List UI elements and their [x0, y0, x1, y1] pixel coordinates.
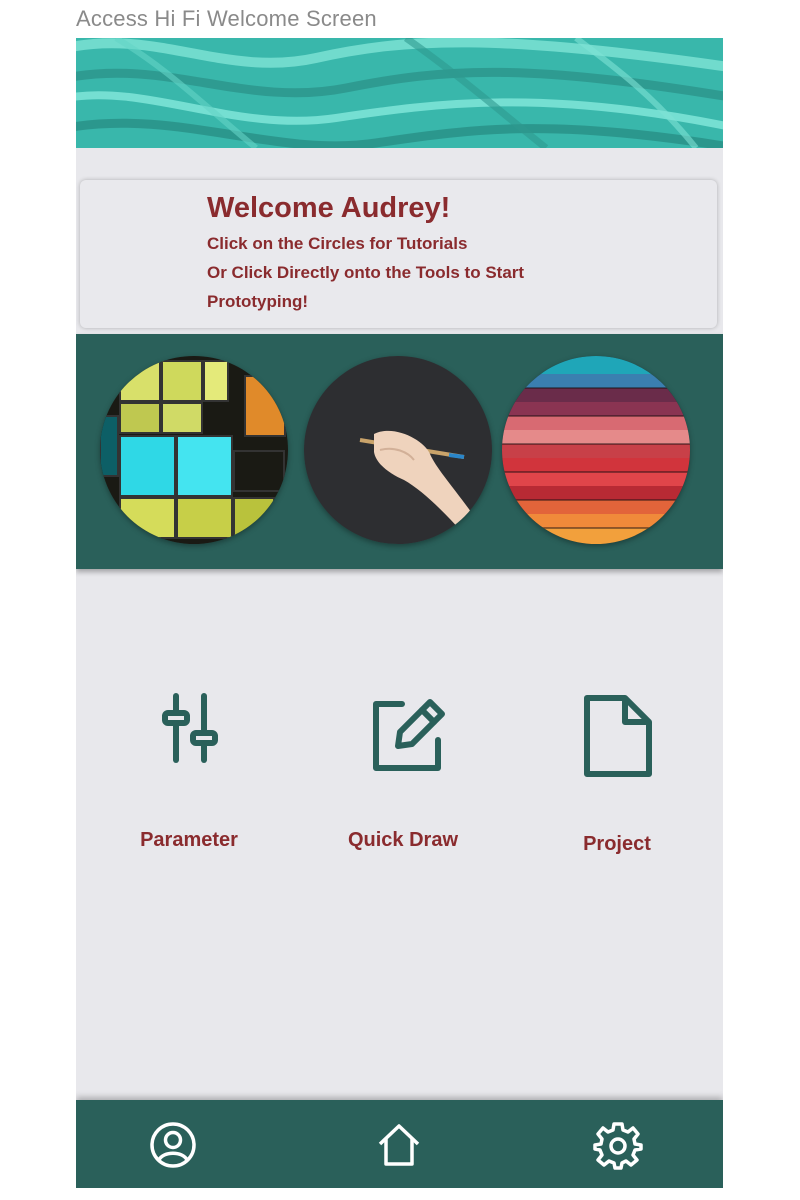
- welcome-instruction-line: Prototyping!: [207, 292, 309, 311]
- parameter-tool-button[interactable]: Parameter: [99, 688, 279, 888]
- tutorial-circles-band: [76, 334, 723, 569]
- welcome-instruction-line: Click on the Circles for Tutorials: [207, 234, 468, 253]
- project-tool-button[interactable]: Project: [527, 688, 707, 888]
- quick-draw-tutorial-circle[interactable]: [304, 356, 492, 544]
- sticky-notes-tutorial-circle[interactable]: [100, 356, 288, 544]
- home-icon: [378, 1124, 420, 1166]
- project-tutorial-circle[interactable]: [502, 356, 690, 544]
- profile-nav-button[interactable]: [148, 1120, 198, 1170]
- home-nav-button[interactable]: [374, 1120, 424, 1170]
- sliders-icon: [162, 693, 218, 763]
- quick-draw-tool-button[interactable]: Quick Draw: [313, 688, 493, 888]
- user-profile-icon: [150, 1122, 196, 1168]
- bottom-navigation-bar: [76, 1100, 723, 1188]
- welcome-instruction-line: Or Click Directly onto the Tools to Star…: [207, 263, 525, 282]
- screen-caption: Access Hi Fi Welcome Screen: [76, 6, 377, 31]
- quick-draw-tool-label: Quick Draw: [347, 829, 459, 851]
- hero-banner-image: [76, 38, 723, 148]
- hand-drawing-pencil-image: [304, 356, 492, 544]
- sticky-notes-grid-image: [100, 356, 288, 544]
- document-icon: [584, 695, 652, 777]
- stacked-colorful-folders-image: [502, 356, 690, 544]
- settings-nav-button[interactable]: [593, 1120, 643, 1170]
- phone-screen: Welcome Audrey! Click on the Circles for…: [76, 38, 723, 1188]
- welcome-card: Welcome Audrey! Click on the Circles for…: [80, 180, 717, 328]
- edit-pencil-icon: [373, 699, 445, 771]
- parameter-tool-label: Parameter: [140, 829, 238, 851]
- settings-gear-icon: [593, 1122, 643, 1170]
- welcome-title: Welcome Audrey!: [207, 192, 451, 224]
- project-tool-label: Project: [583, 833, 651, 855]
